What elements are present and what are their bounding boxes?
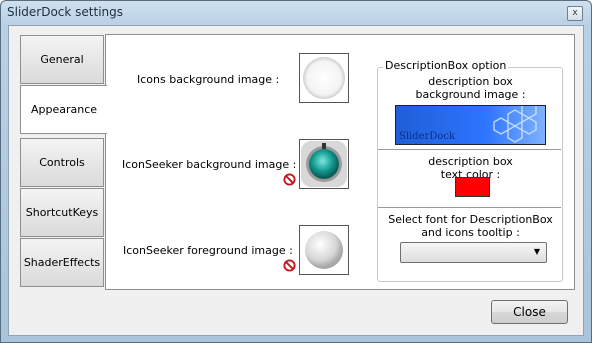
icons-bg-preview: [303, 57, 345, 99]
desc-bg-caption: SliderDock: [399, 131, 456, 142]
icons-bg-image[interactable]: [299, 53, 349, 103]
no-entry-icon[interactable]: [283, 173, 296, 186]
tab-shortcutkeys[interactable]: ShortcutKeys: [20, 188, 104, 237]
font-select-line2: and icons tooltip :: [421, 226, 520, 239]
iconseeker-fg-label: IconSeeker foreground image :: [123, 244, 293, 257]
description-box-title: DescriptionBox option: [383, 59, 509, 72]
tab-shadereffects[interactable]: ShaderEffects: [20, 238, 104, 287]
text-color-swatch[interactable]: [455, 177, 490, 197]
icons-bg-label: Icons background image :: [137, 73, 280, 86]
iconseeker-fg-image[interactable]: [299, 225, 349, 275]
no-entry-icon[interactable]: [283, 259, 296, 272]
desc-bg-label-line1: description box: [428, 75, 513, 88]
window-title: SliderDock settings: [7, 5, 124, 19]
close-button[interactable]: Close: [491, 300, 568, 324]
iconseeker-bg-preview: [301, 141, 347, 187]
iconseeker-fg-preview: [305, 231, 343, 269]
font-select-label: Select font for DescriptionBox and icons…: [383, 213, 558, 239]
divider: [378, 149, 561, 150]
desc-text-color-line1: description box: [428, 155, 513, 168]
window-close-icon[interactable]: x: [567, 6, 583, 21]
settings-window: SliderDock settings x General Appearance…: [0, 0, 592, 343]
iconseeker-bg-image[interactable]: [299, 139, 349, 189]
tab-appearance[interactable]: Appearance: [20, 85, 107, 134]
title-bar[interactable]: SliderDock settings x: [1, 1, 591, 25]
iconseeker-bg-label: IconSeeker background image :: [122, 158, 297, 171]
dropdown-arrow-icon[interactable]: ▼: [534, 247, 540, 256]
desc-bg-image[interactable]: SliderDock: [395, 105, 546, 145]
tab-controls[interactable]: Controls: [20, 138, 104, 187]
tab-general[interactable]: General: [20, 35, 104, 84]
font-select-line1: Select font for DescriptionBox: [388, 213, 553, 226]
desc-bg-label-line2: background image :: [415, 88, 526, 101]
desc-bg-label: description box background image :: [395, 75, 546, 101]
appearance-panel: Icons background image : IconSeeker back…: [105, 34, 575, 290]
divider: [378, 207, 561, 208]
dialog-body: General Appearance Controls ShortcutKeys…: [8, 25, 584, 336]
font-dropdown[interactable]: ▼: [400, 242, 547, 263]
